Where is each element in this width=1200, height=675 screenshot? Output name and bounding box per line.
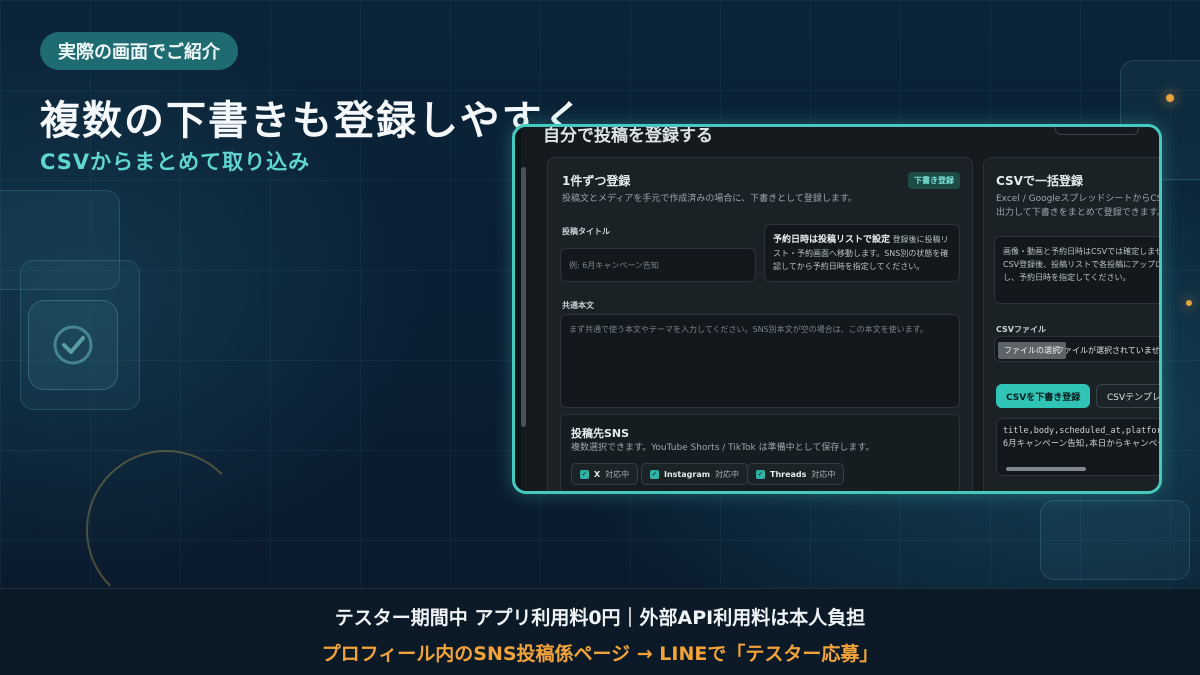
- subheadline: CSVからまとめて取り込み: [40, 150, 311, 174]
- csv-template-button[interactable]: CSVテンプレート: [1096, 384, 1159, 408]
- sns-title: 投稿先SNS: [571, 427, 630, 440]
- sns-option-instagram[interactable]: ✓ Instagram 対応中: [641, 463, 749, 485]
- sns-option-threads[interactable]: ✓ Threads 対応中: [747, 463, 845, 485]
- sns-option-name: X: [594, 469, 601, 479]
- file-status: ファイルが選択されていません: [1056, 346, 1162, 355]
- check-icon: [53, 325, 93, 365]
- sns-option-status: 対応中: [715, 469, 740, 479]
- body-textarea[interactable]: まず共通で使う本文やテーマを入力してください。SNS別本文が空の場合は、この本文…: [560, 314, 960, 408]
- schedule-info-title: 予約日時は投稿リストで設定: [773, 235, 891, 245]
- app-content: 自分で投稿を登録する 1件ずつ登録 下書き登録 投稿文とメディアを手元で作成済み…: [521, 127, 1159, 491]
- headline: 複数の下書きも登録しやすく: [40, 98, 586, 144]
- csv-register-button[interactable]: CSVを下書き登録: [996, 384, 1091, 408]
- footer-pricing-note: テスター期間中 アプリ利用料0円｜外部API利用料は本人負担: [334, 607, 866, 629]
- csv-file-label: CSVファイル: [996, 325, 1046, 334]
- decor-arc: [86, 450, 246, 610]
- top-button[interactable]: [1055, 127, 1139, 135]
- schedule-info-box: 予約日時は投稿リストで設定 登録後に投稿リスト・予約画面へ移動します。SNS別の…: [764, 224, 960, 282]
- checkbox-checked-icon[interactable]: ✓: [580, 469, 589, 479]
- sns-desc: 複数選択できます。YouTube Shorts / TikTok は準備中として…: [571, 443, 875, 453]
- vertical-scrollbar[interactable]: [521, 167, 526, 427]
- checkbox-checked-icon[interactable]: ✓: [650, 469, 659, 479]
- csv-register-title: CSVで一括登録: [996, 174, 1083, 188]
- decor-orb: [1186, 300, 1192, 306]
- post-title-label: 投稿タイトル: [562, 227, 610, 236]
- csv-register-panel: CSVで一括登録 Excel / GoogleスプレッドシートからCSV出力して…: [983, 157, 1162, 491]
- csv-info-box: 画像・動画と予約日時はCSVでは確定しません。CSV登録後、投稿リストで各投稿に…: [994, 236, 1159, 304]
- csv-register-desc: Excel / GoogleスプレッドシートからCSV出力して下書きをまとめて登…: [996, 194, 1162, 218]
- post-title-input[interactable]: 例: 6月キャンペーン告知: [560, 248, 756, 282]
- sns-option-status: 対応中: [811, 469, 836, 479]
- sns-option-name: Threads: [770, 469, 807, 479]
- horizontal-scrollbar[interactable]: [1006, 467, 1086, 471]
- single-register-title: 1件ずつ登録: [562, 174, 631, 188]
- app-screenshot: 自分で投稿を登録する 1件ずつ登録 下書き登録 投稿文とメディアを手元で作成済み…: [512, 124, 1162, 494]
- sns-option-status: 対応中: [605, 469, 630, 479]
- draft-badge: 下書き登録: [908, 172, 960, 189]
- csv-preview-line: 6月キャンペーン告知,本日からキャンペーン: [1003, 439, 1162, 449]
- check-icon-tile: [28, 300, 118, 390]
- single-register-desc: 投稿文とメディアを手元で作成済みの場合に、下書きとして登録します。: [562, 194, 857, 204]
- sns-panel: 投稿先SNS 複数選択できます。YouTube Shorts / TikTok …: [560, 414, 960, 491]
- checkbox-checked-icon[interactable]: ✓: [756, 469, 765, 479]
- csv-preview-line: title,body,scheduled_at,platforms: [1003, 426, 1162, 436]
- intro-pill: 実際の画面でご紹介: [40, 32, 238, 70]
- decor-card: [1040, 500, 1190, 580]
- footer-banner: テスター期間中 アプリ利用料0円｜外部API利用料は本人負担 プロフィール内のS…: [0, 588, 1200, 675]
- single-register-panel: 1件ずつ登録 下書き登録 投稿文とメディアを手元で作成済みの場合に、下書きとして…: [547, 157, 973, 491]
- body-label: 共通本文: [562, 301, 594, 310]
- decor-orb: [1166, 94, 1174, 102]
- page-title: 自分で投稿を登録する: [543, 126, 713, 146]
- footer-cta: プロフィール内のSNS投稿係ページ → LINEで「テスター応募」: [321, 643, 879, 665]
- sns-option-name: Instagram: [664, 469, 711, 479]
- sns-option-x[interactable]: ✓ X 対応中: [571, 463, 639, 485]
